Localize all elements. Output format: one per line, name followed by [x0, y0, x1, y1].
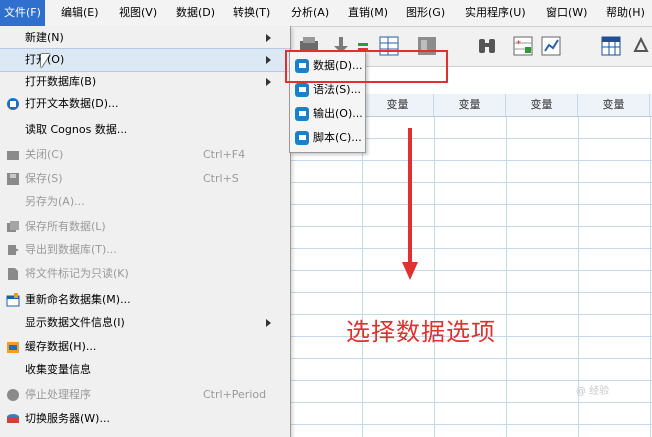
column-header[interactable]: 变量: [506, 94, 578, 116]
toolbar-grid-icon[interactable]: [600, 35, 622, 57]
rename-dataset-icon: [6, 293, 20, 307]
server-icon: [6, 412, 20, 426]
menu-item-switch-server[interactable]: 切换服务器(W)...: [0, 408, 289, 430]
menu-item-cache-data[interactable]: 缓存数据(H)...: [0, 336, 289, 358]
menu-utilities[interactable]: 实用程序(U): [461, 0, 530, 26]
submenu-item-script[interactable]: 脚本(C)...: [290, 127, 365, 149]
shortcut-label: Ctrl+S: [203, 172, 239, 185]
toolbar-chart-icon[interactable]: [540, 35, 562, 57]
menu-view[interactable]: 视图(V): [115, 0, 161, 26]
menu-item-label: 导出到数据库(T)...: [25, 243, 117, 256]
text-data-icon: [6, 97, 20, 111]
export-db-icon: [6, 243, 20, 257]
submenu-arrow-icon: [266, 56, 271, 64]
menu-item-save[interactable]: 保存(S) Ctrl+S: [0, 168, 289, 190]
syntax-file-icon: [295, 83, 309, 97]
menu-item-label: 关闭(C): [25, 148, 64, 161]
menu-bar: 文件(F) 编辑(E) 视图(V) 数据(D) 转换(T) 分析(A) 直销(M…: [0, 0, 652, 27]
submenu-arrow-icon: [266, 34, 271, 42]
submenu-item-label: 输出(O)...: [313, 107, 363, 120]
column-header[interactable]: 变量: [578, 94, 650, 116]
stop-icon: [6, 388, 20, 402]
file-menu: 新建(N) 打开(O) 打开数据库(B) 打开文本数据(D)... 读取 Cog…: [0, 26, 291, 437]
menu-window[interactable]: 窗口(W): [542, 0, 591, 26]
menu-item-mark-readonly[interactable]: 将文件标记为只读(K): [0, 263, 289, 285]
cache-icon: [6, 340, 20, 354]
menu-item-label: 收集变量信息: [25, 363, 91, 376]
menu-item-read-cognos[interactable]: 读取 Cognos 数据...: [0, 119, 289, 141]
shortcut-label: Ctrl+Period: [203, 388, 267, 401]
menu-graphs[interactable]: 图形(G): [402, 0, 449, 26]
toolbar-find-icon[interactable]: [476, 35, 498, 57]
menu-item-label: 重新命名数据集(M)...: [25, 293, 131, 306]
readonly-icon: [6, 267, 20, 281]
menu-file[interactable]: 文件(F): [0, 0, 45, 26]
menu-item-label: 打开数据库(B): [25, 75, 97, 88]
menu-item-label: 读取 Cognos 数据...: [25, 123, 128, 136]
annotation-arrow-icon: [402, 262, 418, 280]
menu-item-label: 另存为(A)...: [25, 195, 85, 208]
menu-item-label: 保存(S): [25, 172, 63, 185]
menu-data[interactable]: 数据(D): [172, 0, 219, 26]
menu-item-label: 保存所有数据(L): [25, 220, 106, 233]
svg-text:*: *: [516, 39, 521, 50]
menu-item-display-file-info[interactable]: 显示数据文件信息(I): [0, 312, 289, 334]
output-file-icon: [295, 107, 309, 121]
mouse-cursor-icon: [41, 54, 50, 68]
annotation-text: 选择数据选项: [346, 318, 496, 346]
menu-item-collect-variable-info[interactable]: 收集变量信息: [0, 359, 289, 381]
highlight-box: [285, 50, 448, 83]
submenu-arrow-icon: [266, 319, 271, 327]
menu-item-export-database[interactable]: 导出到数据库(T)...: [0, 239, 289, 261]
column-header[interactable]: 变量: [362, 94, 434, 116]
menu-analyze[interactable]: 分析(A): [287, 0, 333, 26]
script-file-icon: [295, 131, 309, 145]
menu-item-label: 缓存数据(H)...: [25, 340, 97, 353]
shortcut-label: Ctrl+F4: [203, 148, 246, 161]
watermark: @ 经验: [576, 386, 610, 397]
menu-direct-marketing[interactable]: 直销(M): [344, 0, 392, 26]
menu-item-save-as[interactable]: 另存为(A)...: [0, 191, 289, 213]
menu-item-label: 将文件标记为只读(K): [25, 267, 129, 280]
menu-item-open-text-data[interactable]: 打开文本数据(D)...: [0, 93, 289, 115]
menu-transform[interactable]: 转换(T): [229, 0, 274, 26]
toolbar-insert-cases-icon[interactable]: *: [512, 35, 534, 57]
menu-item-label: 打开文本数据(D)...: [25, 97, 119, 110]
annotation-arrow-line: [408, 128, 412, 268]
menu-item-rename-dataset[interactable]: 重新命名数据集(M)...: [0, 289, 289, 311]
save-all-icon: [6, 220, 20, 234]
menu-item-close[interactable]: 关闭(C) Ctrl+F4: [0, 144, 289, 166]
menu-item-label: 显示数据文件信息(I): [25, 316, 125, 329]
menu-item-label: 切换服务器(W)...: [25, 412, 110, 425]
column-header[interactable]: 变量: [434, 94, 506, 116]
submenu-arrow-icon: [266, 78, 271, 86]
folder-icon: [6, 148, 20, 162]
menu-item-open-database[interactable]: 打开数据库(B): [0, 71, 289, 93]
menu-item-stop-processor[interactable]: 停止处理程序 Ctrl+Period: [0, 384, 289, 406]
submenu-item-label: 脚本(C)...: [313, 131, 362, 144]
menu-item-save-all[interactable]: 保存所有数据(L): [0, 216, 289, 238]
menu-item-label: 新建(N): [25, 31, 64, 44]
toolbar-scale-icon[interactable]: [630, 35, 652, 57]
menu-item-label: 停止处理程序: [25, 388, 91, 401]
menu-help[interactable]: 帮助(H): [602, 0, 649, 26]
menu-edit[interactable]: 编辑(E): [57, 0, 103, 26]
submenu-item-output[interactable]: 输出(O)...: [290, 103, 365, 125]
menu-item-new[interactable]: 新建(N): [0, 27, 289, 49]
save-icon: [6, 172, 20, 186]
